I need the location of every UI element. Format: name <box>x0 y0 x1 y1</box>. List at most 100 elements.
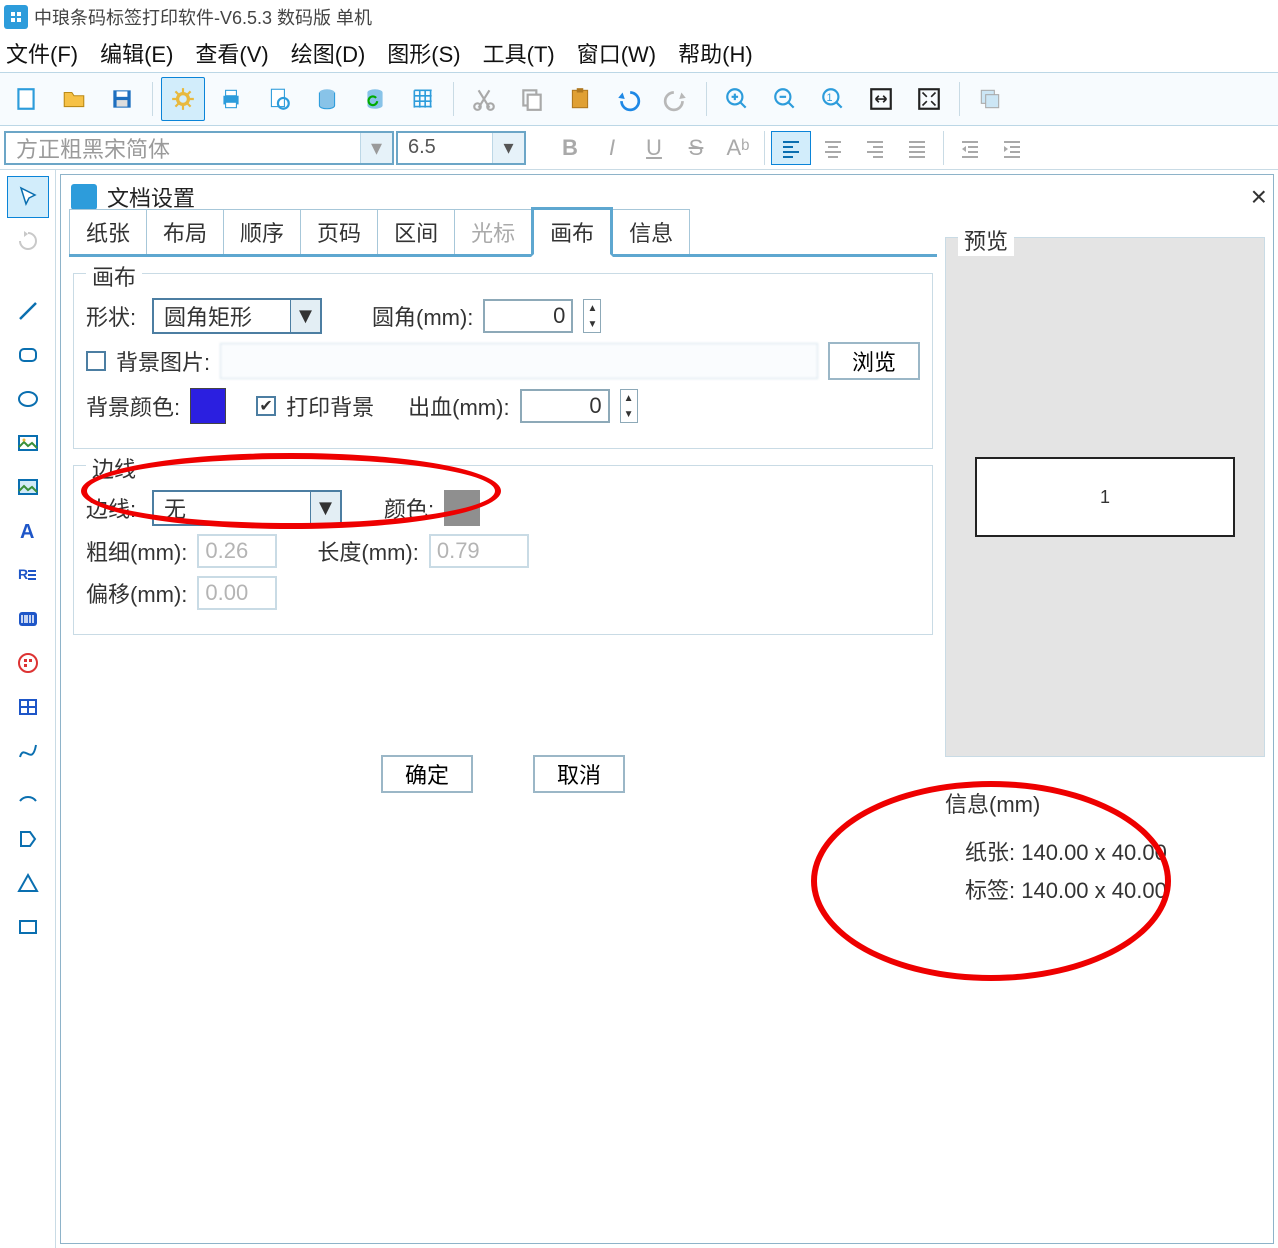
offset-input[interactable]: 0.00 <box>197 576 277 610</box>
cancel-button[interactable]: 取消 <box>533 755 625 793</box>
tab-layout[interactable]: 布局 <box>146 209 224 254</box>
tab-cursor[interactable]: 光标 <box>454 209 532 254</box>
richtext-tool[interactable]: R <box>7 554 49 596</box>
tab-range[interactable]: 区间 <box>377 209 455 254</box>
polygon-tool[interactable] <box>7 818 49 860</box>
cut-icon[interactable] <box>462 77 506 121</box>
curve-tool[interactable] <box>7 730 49 772</box>
chevron-down-icon[interactable]: ▾ <box>360 133 392 163</box>
tab-canvas[interactable]: 画布 <box>531 207 613 257</box>
text-tool[interactable]: A <box>7 510 49 552</box>
corner-input[interactable]: 0 <box>483 299 573 333</box>
svg-text:1: 1 <box>827 92 833 104</box>
canvas-group: 画布 形状: 圆角矩形 ▼ 圆角(mm): 0 ▲▼ <box>73 273 933 449</box>
bleed-spinner[interactable]: ▲▼ <box>620 389 638 423</box>
font-name-combo[interactable]: 方正粗黑宋简体 ▾ <box>4 131 394 165</box>
database-refresh-icon[interactable] <box>353 77 397 121</box>
ok-button[interactable]: 确定 <box>381 755 473 793</box>
indent-increase-icon[interactable] <box>950 131 990 165</box>
bold-icon[interactable]: B <box>550 131 590 165</box>
pointer-tool[interactable] <box>7 176 49 218</box>
zoom-in-icon[interactable] <box>715 77 759 121</box>
menu-window[interactable]: 窗口(W) <box>577 37 656 69</box>
bgcolor-swatch[interactable] <box>190 388 226 424</box>
triangle-tool[interactable] <box>7 862 49 904</box>
menu-file[interactable]: 文件(F) <box>6 37 78 69</box>
save-icon[interactable] <box>100 77 144 121</box>
chevron-down-icon[interactable]: ▼ <box>310 492 340 524</box>
table-tool[interactable] <box>7 686 49 728</box>
printbg-checkbox[interactable]: ✔ <box>256 396 276 416</box>
zoom-100-icon[interactable]: 1 <box>811 77 855 121</box>
align-right-icon[interactable] <box>855 131 895 165</box>
settings-icon[interactable] <box>161 77 205 121</box>
indent-decrease-icon[interactable] <box>992 131 1032 165</box>
menu-draw[interactable]: 绘图(D) <box>291 37 366 69</box>
border-label: 边线: <box>86 492 142 524</box>
qrcode-tool[interactable] <box>7 642 49 684</box>
italic-icon[interactable]: I <box>592 131 632 165</box>
undo-icon[interactable] <box>606 77 650 121</box>
dialog-icon <box>71 184 97 210</box>
font-size-combo[interactable]: 6.5 ▾ <box>396 131 526 165</box>
separator <box>152 82 153 116</box>
align-justify-icon[interactable] <box>897 131 937 165</box>
menu-view[interactable]: 查看(V) <box>195 37 268 69</box>
border-combo[interactable]: 无 ▼ <box>152 490 342 526</box>
tab-paper[interactable]: 纸张 <box>69 209 147 254</box>
zoom-out-icon[interactable] <box>763 77 807 121</box>
rotate-tool[interactable] <box>7 220 49 262</box>
grid-icon[interactable] <box>401 77 445 121</box>
length-input[interactable]: 0.79 <box>429 534 529 568</box>
image2-tool[interactable] <box>7 466 49 508</box>
fit-width-icon[interactable] <box>859 77 903 121</box>
svg-text:A: A <box>20 521 34 543</box>
bgimg-checkbox[interactable] <box>86 351 106 371</box>
menu-help[interactable]: 帮助(H) <box>678 37 753 69</box>
align-center-icon[interactable] <box>813 131 853 165</box>
bleed-input[interactable]: 0 <box>520 389 610 423</box>
chevron-down-icon[interactable]: ▾ <box>492 133 524 163</box>
tab-info[interactable]: 信息 <box>612 209 690 254</box>
border-legend: 边线 <box>86 452 142 484</box>
close-icon[interactable]: × <box>1251 181 1267 213</box>
rect-tool[interactable] <box>7 906 49 948</box>
printbg-label: 打印背景 <box>286 390 374 422</box>
strikethrough-icon[interactable]: S <box>676 131 716 165</box>
thick-input[interactable]: 0.26 <box>197 534 277 568</box>
database-icon[interactable] <box>305 77 349 121</box>
ellipse-tool[interactable] <box>7 378 49 420</box>
redo-icon[interactable] <box>654 77 698 121</box>
info-title: 信息(mm) <box>945 787 1265 819</box>
tab-page[interactable]: 页码 <box>300 209 378 254</box>
open-icon[interactable] <box>52 77 96 121</box>
superscript-icon[interactable]: Aᵇ <box>718 131 758 165</box>
menu-shape[interactable]: 图形(S) <box>387 37 460 69</box>
browse-button[interactable]: 浏览 <box>828 342 920 380</box>
copy-icon[interactable] <box>510 77 554 121</box>
print-icon[interactable] <box>209 77 253 121</box>
menu-tool[interactable]: 工具(T) <box>483 37 555 69</box>
print-preview-icon[interactable] <box>257 77 301 121</box>
arc-tool[interactable] <box>7 774 49 816</box>
new-doc-icon[interactable] <box>4 77 48 121</box>
align-left-icon[interactable] <box>771 131 811 165</box>
bgimg-path-input[interactable] <box>220 343 818 379</box>
fit-page-icon[interactable] <box>907 77 951 121</box>
paste-icon[interactable] <box>558 77 602 121</box>
underline-icon[interactable]: U <box>634 131 674 165</box>
tab-order[interactable]: 顺序 <box>223 209 301 254</box>
barcode-tool[interactable] <box>7 598 49 640</box>
rounded-rect-tool[interactable] <box>7 334 49 376</box>
info-label: 标签: 140.00 x 40.00 <box>965 873 1265 905</box>
canvas-legend: 画布 <box>86 260 142 292</box>
border-color-swatch[interactable] <box>444 490 480 526</box>
corner-spinner[interactable]: ▲▼ <box>583 299 601 333</box>
chevron-down-icon[interactable]: ▼ <box>290 300 320 332</box>
line-tool[interactable] <box>7 290 49 332</box>
shape-combo[interactable]: 圆角矩形 ▼ <box>152 298 322 334</box>
menu-edit[interactable]: 编辑(E) <box>100 37 173 69</box>
bgcolor-label: 背景颜色: <box>86 390 180 422</box>
image-tool[interactable] <box>7 422 49 464</box>
layer-icon[interactable] <box>968 77 1012 121</box>
